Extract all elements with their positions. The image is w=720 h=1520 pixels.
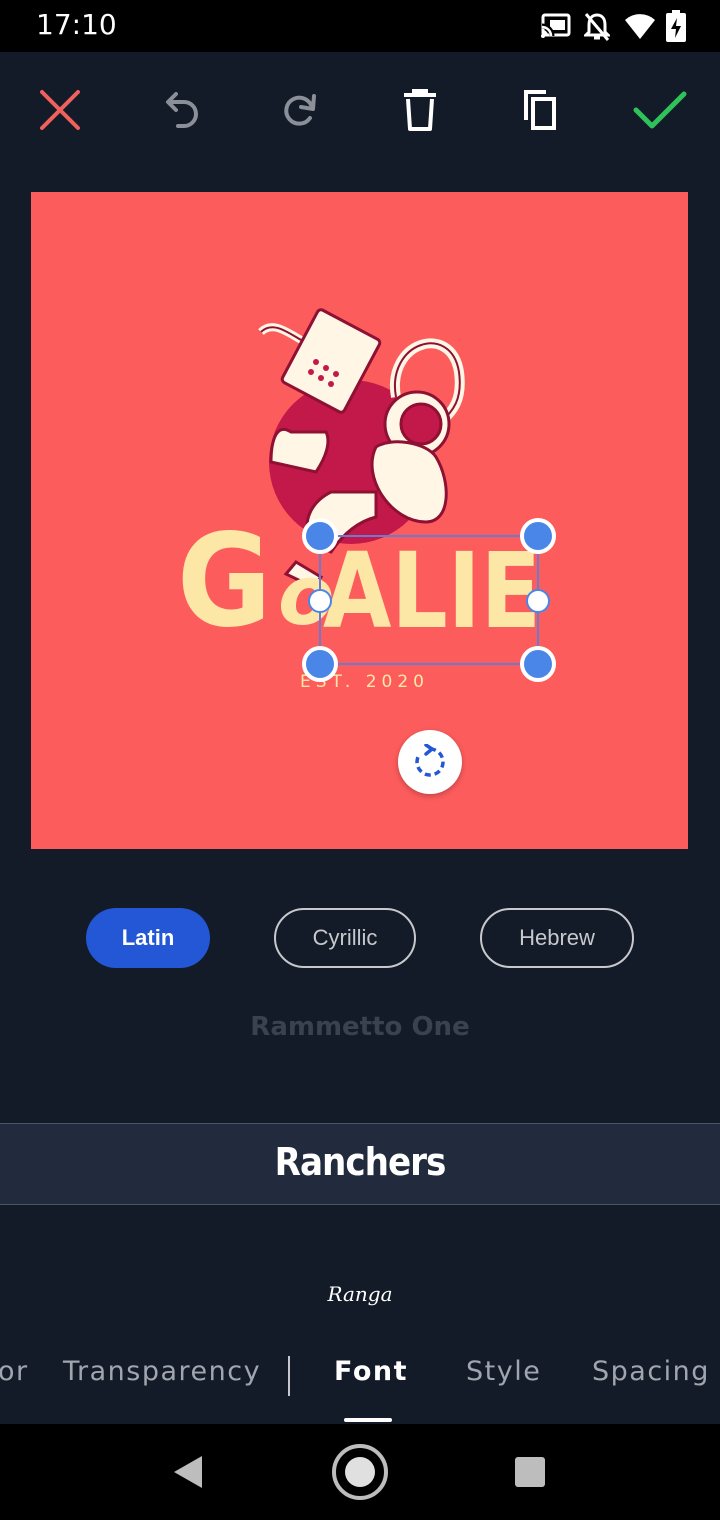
undo-button[interactable] bbox=[150, 80, 210, 140]
tab-divider bbox=[288, 1356, 290, 1396]
battery-icon bbox=[666, 10, 686, 42]
active-tab-indicator bbox=[344, 1418, 392, 1422]
tab-font[interactable]: Font bbox=[334, 1356, 408, 1387]
font-option-selected[interactable]: Ranchers bbox=[0, 1140, 720, 1184]
tab-style[interactable]: Style bbox=[466, 1356, 541, 1387]
confirm-button[interactable] bbox=[630, 80, 690, 140]
duplicate-button[interactable] bbox=[510, 80, 570, 140]
status-time: 17:10 bbox=[36, 8, 117, 41]
tab-transparency[interactable]: Transparency bbox=[63, 1356, 261, 1387]
cast-icon bbox=[541, 13, 571, 38]
bell-off-icon bbox=[584, 13, 610, 41]
resize-handles bbox=[302, 518, 556, 682]
font-option-previous[interactable]: Rammetto One bbox=[0, 1012, 720, 1042]
status-bar: 17:10 bbox=[0, 0, 720, 52]
rotate-icon bbox=[415, 744, 445, 777]
script-chip-hebrew[interactable]: Hebrew bbox=[480, 908, 634, 968]
redo-button[interactable] bbox=[270, 80, 330, 140]
navigation-bar bbox=[0, 1424, 720, 1520]
delete-button[interactable] bbox=[390, 80, 450, 140]
wifi-icon bbox=[625, 14, 655, 40]
script-chip-cyrillic[interactable]: Cyrillic bbox=[274, 908, 416, 968]
script-chip-latin[interactable]: Latin bbox=[86, 908, 210, 968]
selection-box[interactable] bbox=[31, 192, 688, 849]
redo-icon bbox=[284, 94, 316, 126]
delete-icon bbox=[404, 89, 436, 131]
design-canvas[interactable]: G o ALIE EST. 2020 bbox=[31, 192, 688, 849]
back-nav-icon[interactable] bbox=[168, 1454, 208, 1490]
tab-color-partial[interactable]: or bbox=[0, 1356, 29, 1387]
rotate-handle[interactable] bbox=[398, 730, 462, 794]
font-option-next[interactable]: Ranga bbox=[0, 1282, 720, 1306]
home-nav-icon[interactable] bbox=[330, 1442, 390, 1502]
close-button[interactable] bbox=[30, 80, 90, 140]
tab-spacing[interactable]: Spacing bbox=[592, 1356, 710, 1387]
confirm-icon bbox=[633, 91, 687, 129]
duplicate-icon bbox=[524, 90, 556, 130]
recents-nav-icon[interactable] bbox=[512, 1454, 548, 1490]
close-icon bbox=[40, 90, 80, 130]
undo-icon bbox=[166, 92, 198, 128]
